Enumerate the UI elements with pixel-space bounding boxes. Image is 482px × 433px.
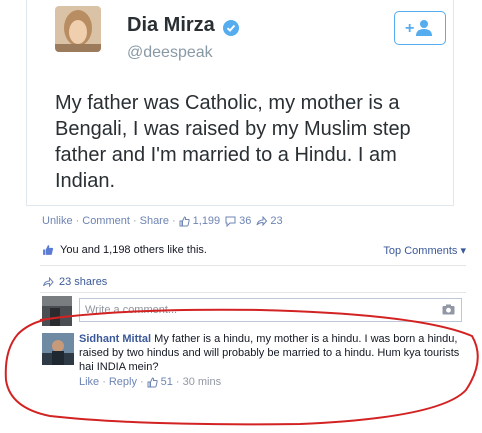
likes-count[interactable]: 1,199 xyxy=(193,215,221,227)
svg-text:+: + xyxy=(405,20,414,37)
follow-button[interactable]: + xyxy=(394,11,446,45)
tweet-text: My father was Catholic, my mother is a B… xyxy=(55,92,411,192)
unlike-link[interactable]: Unlike xyxy=(42,215,73,227)
post-actions-bar: Unlike · Comment · Share · 1,199 36 23 xyxy=(42,215,283,227)
follow-plus-user-icon: + xyxy=(405,20,432,37)
divider xyxy=(40,292,466,293)
shares-link[interactable]: 23 shares xyxy=(59,276,107,288)
top-comments-dropdown[interactable]: Top Comments ▾ xyxy=(383,244,466,257)
embedded-tweet-card: Dia Mirza @deespeak + My father was Cath… xyxy=(26,0,454,206)
share-link[interactable]: Share xyxy=(140,215,169,227)
comments-count[interactable]: 36 xyxy=(239,215,251,227)
thumbs-up-icon xyxy=(43,245,54,255)
likes-summary-text[interactable]: You and 1,198 others like this. xyxy=(60,244,207,256)
share-arrow-icon xyxy=(256,215,268,226)
tweet-handle[interactable]: @deespeak xyxy=(127,44,213,62)
thumbs-up-icon xyxy=(179,215,190,226)
shares-row: 23 shares xyxy=(42,276,107,288)
divider xyxy=(40,265,466,266)
chevron-down-icon: ▾ xyxy=(460,244,466,257)
share-arrow-icon xyxy=(43,276,54,287)
comment-link[interactable]: Comment xyxy=(82,215,130,227)
tweet-display-name[interactable]: Dia Mirza xyxy=(127,14,215,37)
likes-summary-row: You and 1,198 others like this. Top Comm… xyxy=(42,244,466,257)
shares-count[interactable]: 23 xyxy=(270,215,282,227)
comment-bubble-icon xyxy=(225,216,236,227)
red-annotation-circle xyxy=(4,308,479,426)
tweet-author-avatar[interactable] xyxy=(55,6,101,52)
verified-badge-icon xyxy=(223,20,239,36)
